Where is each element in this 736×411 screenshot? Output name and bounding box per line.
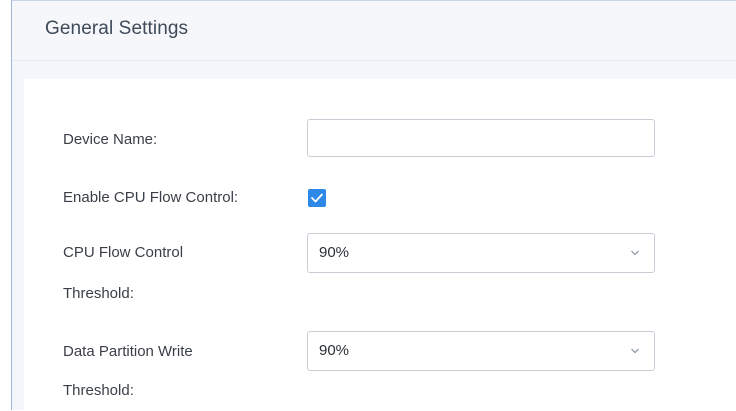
data-partition-write-threshold-label-line2: Threshold: xyxy=(63,382,134,399)
data-partition-write-threshold-select[interactable]: 90% xyxy=(307,331,655,371)
cpu-flow-control-threshold-value: 90% xyxy=(319,244,350,261)
chevron-down-icon xyxy=(631,250,639,256)
section-title: General Settings xyxy=(45,18,189,39)
enable-cpu-flow-control-checkbox[interactable] xyxy=(308,189,326,207)
settings-panel: Device Name: Enable CPU Flow Control: CP… xyxy=(24,79,736,411)
data-partition-write-threshold-label-line1: Data Partition Write xyxy=(63,343,193,360)
device-name-label: Device Name: xyxy=(63,131,158,148)
check-icon xyxy=(311,193,323,203)
device-name-input[interactable] xyxy=(307,119,655,157)
data-partition-write-threshold-value: 90% xyxy=(319,342,350,359)
cpu-flow-control-threshold-label-line1: CPU Flow Control xyxy=(63,244,184,261)
chevron-down-icon xyxy=(631,348,639,354)
cpu-flow-control-threshold-label-line2: Threshold: xyxy=(63,285,134,302)
settings-frame: General Settings Device Name: Enable CPU… xyxy=(11,0,736,411)
cpu-flow-control-threshold-select[interactable]: 90% xyxy=(307,233,655,273)
enable-cpu-flow-control-label: Enable CPU Flow Control: xyxy=(63,189,239,206)
section-header: General Settings xyxy=(12,1,736,61)
